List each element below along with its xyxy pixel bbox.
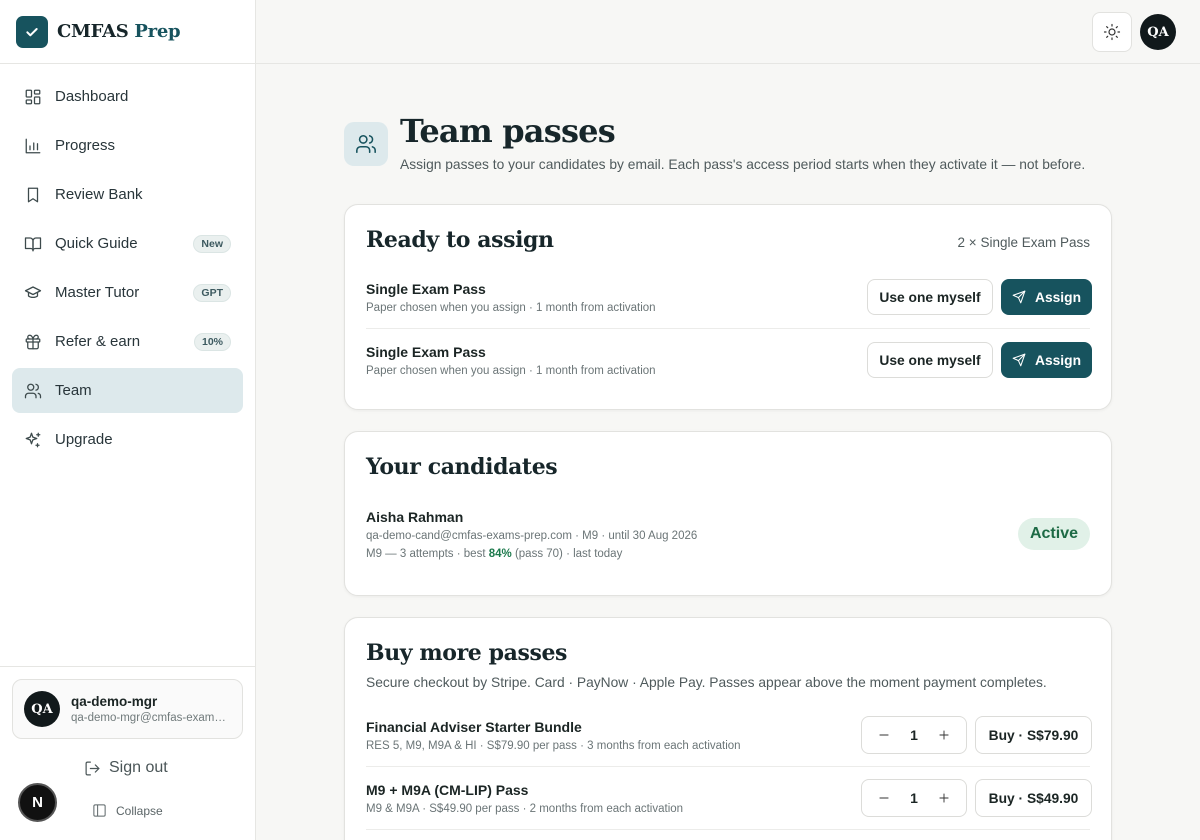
decrement-button[interactable] bbox=[874, 725, 894, 745]
divider bbox=[366, 328, 1090, 329]
collapse-label: Collapse bbox=[116, 803, 163, 818]
users-icon bbox=[344, 122, 388, 166]
dev-tools-badge[interactable]: N bbox=[18, 783, 57, 822]
candidate-row[interactable]: Aisha Rahman qa-demo-cand@cmfas-exams-pr… bbox=[366, 509, 1090, 560]
sign-out-label: Sign out bbox=[109, 759, 168, 776]
minus-icon bbox=[879, 734, 889, 736]
assign-label: Assign bbox=[1035, 352, 1081, 368]
gpt-badge: GPT bbox=[193, 283, 231, 302]
sidebar-item-label: Dashboard bbox=[55, 88, 129, 105]
minus-icon bbox=[879, 797, 889, 799]
log-out-icon bbox=[85, 761, 100, 775]
brand-name: CMFAS Prep bbox=[57, 21, 181, 42]
buy-button[interactable]: Buy · S$79.90 bbox=[975, 716, 1092, 754]
buy-button[interactable]: Buy · S$49.90 bbox=[975, 779, 1092, 817]
sparkles-icon bbox=[24, 431, 42, 449]
referral-badge: 10% bbox=[193, 332, 231, 351]
sidebar-item-label: Master Tutor bbox=[55, 284, 140, 301]
graduation-cap-icon bbox=[24, 284, 42, 302]
pass-summary: 2 × Single Exam Pass bbox=[957, 235, 1090, 250]
assign-button[interactable]: Assign bbox=[1001, 342, 1092, 378]
ready-to-assign-card: Ready to assign 2 × Single Exam Pass Sin… bbox=[344, 204, 1112, 410]
assign-button[interactable]: Assign bbox=[1001, 279, 1092, 315]
divider bbox=[366, 766, 1090, 767]
sun-icon bbox=[1103, 23, 1121, 41]
avatar: QA bbox=[24, 691, 60, 727]
check-icon bbox=[16, 15, 48, 48]
status-badge: Active bbox=[1017, 518, 1090, 550]
book-open-icon bbox=[24, 235, 42, 253]
sidebar-item-quick-guide[interactable]: Quick Guide New bbox=[12, 221, 243, 266]
use-myself-button[interactable]: Use one myself bbox=[867, 342, 993, 378]
user-email: qa-demo-mgr@cmfas-exams-prep.com bbox=[71, 712, 229, 724]
candidate-name: Aisha Rahman bbox=[366, 509, 464, 525]
decrement-button[interactable] bbox=[874, 788, 894, 808]
avatar[interactable]: QA bbox=[1140, 14, 1176, 50]
best-score: 84% bbox=[488, 548, 512, 560]
quantity-stepper: 1 bbox=[861, 779, 967, 817]
user-name: qa-demo-mgr bbox=[71, 694, 158, 709]
candidates-card: Your candidates Aisha Rahman qa-demo-can… bbox=[344, 431, 1112, 596]
brand[interactable]: CMFAS Prep bbox=[0, 0, 255, 64]
card-title: Ready to assign bbox=[366, 227, 554, 253]
sidebar-item-label: Quick Guide bbox=[55, 235, 138, 252]
sidebar-item-master-tutor[interactable]: Master Tutor GPT bbox=[12, 270, 243, 315]
sidebar-item-refer-earn[interactable]: Refer & earn 10% bbox=[12, 319, 243, 364]
quantity-stepper: 1 bbox=[861, 716, 967, 754]
assign-label: Assign bbox=[1035, 289, 1081, 305]
panel-left-icon bbox=[93, 804, 106, 817]
sidebar-item-label: Team bbox=[55, 382, 92, 399]
quantity-value[interactable]: 1 bbox=[910, 790, 918, 806]
sidebar-item-review-bank[interactable]: Review Bank bbox=[12, 172, 243, 217]
gift-icon bbox=[24, 333, 42, 351]
sidebar-item-label: Upgrade bbox=[55, 431, 113, 448]
card-title: Your candidates bbox=[366, 454, 558, 480]
sidebar-item-upgrade[interactable]: Upgrade bbox=[12, 417, 243, 462]
buy-passes-card: Buy more passes Secure checkout by Strip… bbox=[344, 617, 1112, 840]
dashboard-icon bbox=[24, 88, 42, 106]
sidebar-item-progress[interactable]: Progress bbox=[12, 123, 243, 168]
top-bar: QA bbox=[256, 0, 1200, 64]
buy-subtitle: Secure checkout by Stripe. Card · PayNow… bbox=[366, 675, 1047, 690]
theme-toggle-button[interactable] bbox=[1092, 12, 1132, 52]
sign-out-button[interactable]: Sign out bbox=[84, 759, 168, 777]
bookmark-icon bbox=[24, 186, 42, 204]
sidebar-item-label: Review Bank bbox=[55, 186, 143, 203]
page-title: Team passes bbox=[400, 112, 616, 150]
new-badge: New bbox=[193, 234, 231, 253]
sidebar-item-label: Refer & earn bbox=[55, 333, 141, 350]
use-myself-button[interactable]: Use one myself bbox=[867, 279, 993, 315]
page-subtitle: Assign passes to your candidates by emai… bbox=[400, 157, 1086, 172]
plus-icon bbox=[939, 793, 949, 803]
divider bbox=[366, 829, 1090, 830]
send-icon bbox=[1012, 353, 1026, 367]
candidate-stats: M9 — 3 attempts · best 84% (pass 70) · l… bbox=[366, 548, 623, 560]
candidate-detail: qa-demo-cand@cmfas-exams-prep.com · M9 ·… bbox=[366, 530, 698, 542]
send-icon bbox=[1012, 290, 1026, 304]
sidebar-item-team[interactable]: Team bbox=[12, 368, 243, 413]
bar-chart-icon bbox=[24, 137, 42, 155]
increment-button[interactable] bbox=[934, 788, 954, 808]
user-card[interactable]: QA qa-demo-mgr qa-demo-mgr@cmfas-exams-p… bbox=[12, 679, 243, 739]
plus-icon bbox=[939, 730, 949, 740]
collapse-button[interactable]: Collapse bbox=[92, 803, 163, 818]
quantity-value[interactable]: 1 bbox=[910, 727, 918, 743]
increment-button[interactable] bbox=[934, 725, 954, 745]
sidebar-item-label: Progress bbox=[55, 137, 116, 154]
card-title: Buy more passes bbox=[366, 640, 568, 666]
sidebar-nav: Dashboard Progress Review Bank Quick Gui… bbox=[0, 64, 255, 476]
sidebar-item-dashboard[interactable]: Dashboard bbox=[12, 74, 243, 119]
sidebar: CMFAS Prep Dashboard Progress Review Ban… bbox=[0, 0, 256, 840]
users-icon bbox=[24, 382, 42, 400]
